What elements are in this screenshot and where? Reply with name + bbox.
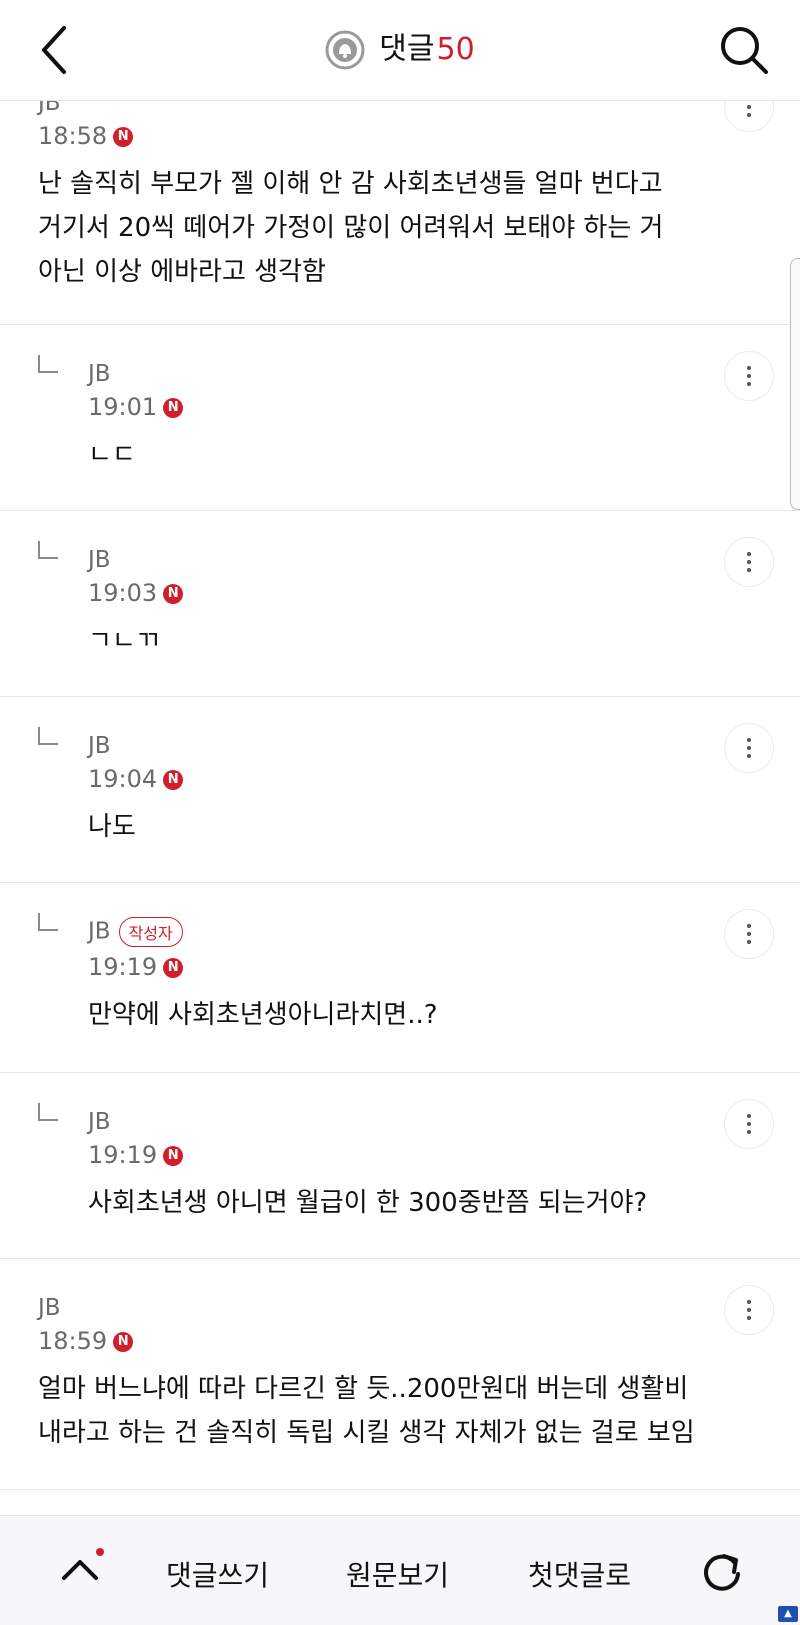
reply-item: JB 19:01 N ㄴㄷ: [0, 325, 800, 511]
comment-time: 18:58: [38, 122, 108, 150]
more-options-button[interactable]: [724, 1099, 774, 1149]
chevron-up-icon: [62, 1560, 98, 1580]
reply-indicator-icon: [38, 727, 58, 745]
comment-time: 18:59: [38, 1327, 108, 1355]
comment-time-row: 18:59 N: [38, 1327, 134, 1355]
op-author-badge: 작성자: [118, 917, 183, 947]
first-comment-button[interactable]: 첫댓글로: [528, 1554, 631, 1594]
view-original-button[interactable]: 원문보기: [346, 1554, 449, 1594]
more-icon: [747, 738, 751, 758]
comment-author: JB: [88, 361, 111, 387]
comment-text: ㄱㄴㄲ: [88, 626, 160, 656]
new-badge: N: [163, 1146, 184, 1166]
write-comment-button[interactable]: 댓글쓰기: [166, 1554, 269, 1594]
comment-item: JB 18:59 N 얼마 버느냐에 따라 다르긴 할 듯..200만원대 버는데…: [0, 1259, 800, 1490]
comment-text: ㄴㄷ: [88, 440, 136, 470]
comment-time: 19:19: [88, 953, 158, 981]
comment-time: 19:03: [88, 579, 158, 607]
comment-time: 19:01: [88, 393, 158, 421]
reply-item: JB 19:03 N ㄱㄴㄲ: [0, 511, 800, 697]
reply-item: JB 작성자 19:19 N 만약에 사회초년생아니라치면..?: [0, 883, 800, 1073]
scroll-top-button[interactable]: [58, 1554, 102, 1584]
comment-text: 난 솔직히 부모가 젤 이해 안 감 사회초년생들 얼마 번다고 거기서 20씩…: [38, 169, 664, 287]
comment-author: JB: [88, 1109, 111, 1135]
top-bar: 댓글50: [0, 0, 800, 101]
reply-indicator-icon: [38, 355, 58, 373]
corner-arrow-icon: ▲: [778, 1606, 798, 1622]
comment-time-row: 19:19 N: [88, 1141, 184, 1169]
new-badge: N: [163, 584, 184, 604]
comment-text: 만약에 사회초년생아니라치면..?: [88, 1000, 438, 1030]
comment-time-row: 19:01 N: [88, 393, 184, 421]
search-icon: [721, 27, 768, 74]
comment-author: JB: [88, 547, 111, 573]
reply-item: JB 19:04 N 나도: [0, 697, 800, 883]
comment-time: 19:19: [88, 1141, 158, 1169]
bottom-action-bar: 댓글쓰기 원문보기 첫댓글로: [0, 1515, 800, 1625]
comment-author: JB: [88, 733, 111, 759]
search-button[interactable]: [718, 24, 770, 76]
scrollbar[interactable]: [790, 258, 800, 510]
more-icon: [747, 552, 751, 572]
title-label: 댓글: [379, 31, 435, 67]
reply-indicator-icon: [38, 913, 58, 931]
notification-bell-button[interactable]: [325, 30, 365, 70]
comment-time: 19:04: [88, 765, 158, 793]
comment-time-row: 18:58 N: [38, 122, 134, 150]
more-options-button[interactable]: [724, 909, 774, 959]
new-badge: N: [113, 127, 134, 147]
comment-text: 얼마 버느냐에 따라 다르긴 할 듯..200만원대 버는데 생활비 내라고 하…: [38, 1374, 695, 1448]
reply-indicator-icon: [38, 1103, 58, 1121]
comment-time-row: 19:04 N: [88, 765, 184, 793]
more-options-button[interactable]: [724, 1285, 774, 1335]
reply-item: JB 19:19 N 사회초년생 아니면 월급이 한 300중반쯤 되는거야?: [0, 1073, 800, 1259]
comment-text: 나도: [88, 812, 136, 842]
bell-icon: [325, 30, 365, 69]
refresh-icon: [704, 1554, 740, 1591]
comment-author: JB: [88, 918, 111, 945]
reply-indicator-icon: [38, 541, 58, 559]
comment-time-row: 19:19 N: [88, 953, 184, 981]
comment-list: JB 18:58 N 난 솔직히 부모가 젤 이해 안 감 사회초년생들 얼마 번…: [0, 82, 800, 1490]
more-icon: [747, 1114, 751, 1134]
more-options-button[interactable]: [724, 723, 774, 773]
comment-time-row: 19:03 N: [88, 579, 184, 607]
comment-author: JB: [38, 1295, 61, 1321]
refresh-button[interactable]: [700, 1550, 744, 1594]
more-options-button[interactable]: [724, 537, 774, 587]
page-title: 댓글50: [0, 28, 800, 71]
comment-author-row: JB 작성자: [88, 917, 183, 947]
comment-item: JB 18:58 N 난 솔직히 부모가 젤 이해 안 감 사회초년생들 얼마 번…: [0, 82, 800, 325]
more-icon: [747, 366, 751, 386]
new-badge: N: [113, 1332, 134, 1352]
comment-count: 50: [436, 31, 475, 67]
new-badge: N: [163, 398, 184, 418]
comment-text: 사회초년생 아니면 월급이 한 300중반쯤 되는거야?: [88, 1188, 648, 1218]
new-badge: N: [163, 958, 184, 978]
more-icon: [747, 924, 751, 944]
more-options-button[interactable]: [724, 351, 774, 401]
new-indicator-dot: [96, 1548, 104, 1556]
more-icon: [747, 1300, 751, 1320]
new-badge: N: [163, 770, 184, 790]
